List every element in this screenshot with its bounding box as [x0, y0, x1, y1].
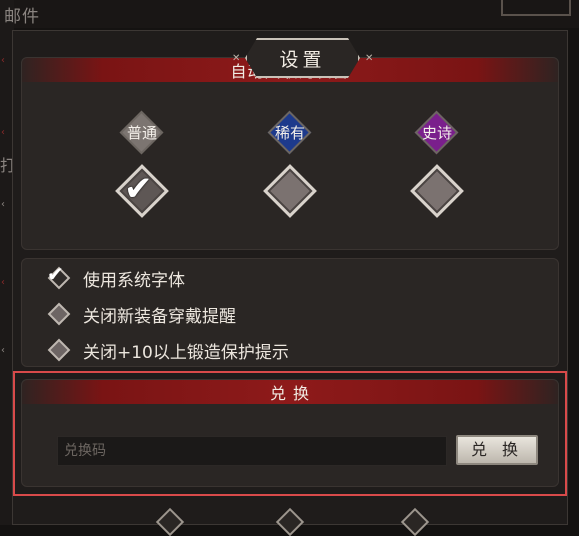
recycle-common-checkbox[interactable]: ✔: [115, 164, 169, 218]
option-forge-protection-tip[interactable]: 关闭+10以上锻造保护提示: [47, 337, 289, 363]
option-label: 关闭新装备穿戴提醒: [83, 306, 236, 327]
title-wing-left-icon: ✕: [232, 53, 241, 64]
side-marker-icon: ‹: [1, 127, 5, 138]
redeem-highlight-frame: [13, 371, 567, 496]
rarity-epic: 史诗: [414, 110, 459, 155]
side-marker-icon: ‹: [1, 345, 5, 356]
rarity-label: 普通: [126, 124, 157, 142]
recycle-epic-checkbox[interactable]: [410, 164, 464, 218]
option-system-font[interactable]: ✔ 使用系统字体: [47, 262, 185, 291]
checkmark-icon: ✔: [124, 169, 153, 209]
rarity-label: 史诗: [421, 124, 452, 142]
corner-ornament-icon: [501, 0, 571, 16]
option-checkbox[interactable]: [47, 302, 71, 326]
auto-recycle-section: 自动回收的装备 普通 稀有 史诗 ✔: [21, 57, 559, 250]
option-checkbox[interactable]: [47, 338, 71, 362]
option-new-equipment-reminder[interactable]: 关闭新装备穿戴提醒: [47, 301, 236, 327]
top-strip: [0, 0, 579, 28]
mail-tab-label[interactable]: 邮件: [4, 2, 40, 27]
side-marker-icon: ‹: [1, 55, 5, 66]
side-marker-icon: ‹: [1, 199, 5, 210]
window-title: 设置: [245, 38, 360, 78]
rarity-common: 普通: [119, 110, 164, 155]
side-marker-icon: ‹: [1, 277, 5, 288]
options-section: ✔ 使用系统字体 关闭新装备穿戴提醒 关闭+10以上锻造保护提示: [21, 258, 559, 367]
rarity-label: 稀有: [274, 124, 305, 142]
title-wing-right-icon: ✕: [365, 53, 374, 64]
checkbox-frame: [263, 164, 317, 218]
option-label: 使用系统字体: [83, 270, 185, 291]
option-label: 关闭+10以上锻造保护提示: [83, 342, 289, 363]
checkbox-frame: [410, 164, 464, 218]
checkmark-icon: ✔: [47, 262, 64, 286]
recycle-rare-checkbox[interactable]: [263, 164, 317, 218]
rarity-rare: 稀有: [267, 110, 312, 155]
